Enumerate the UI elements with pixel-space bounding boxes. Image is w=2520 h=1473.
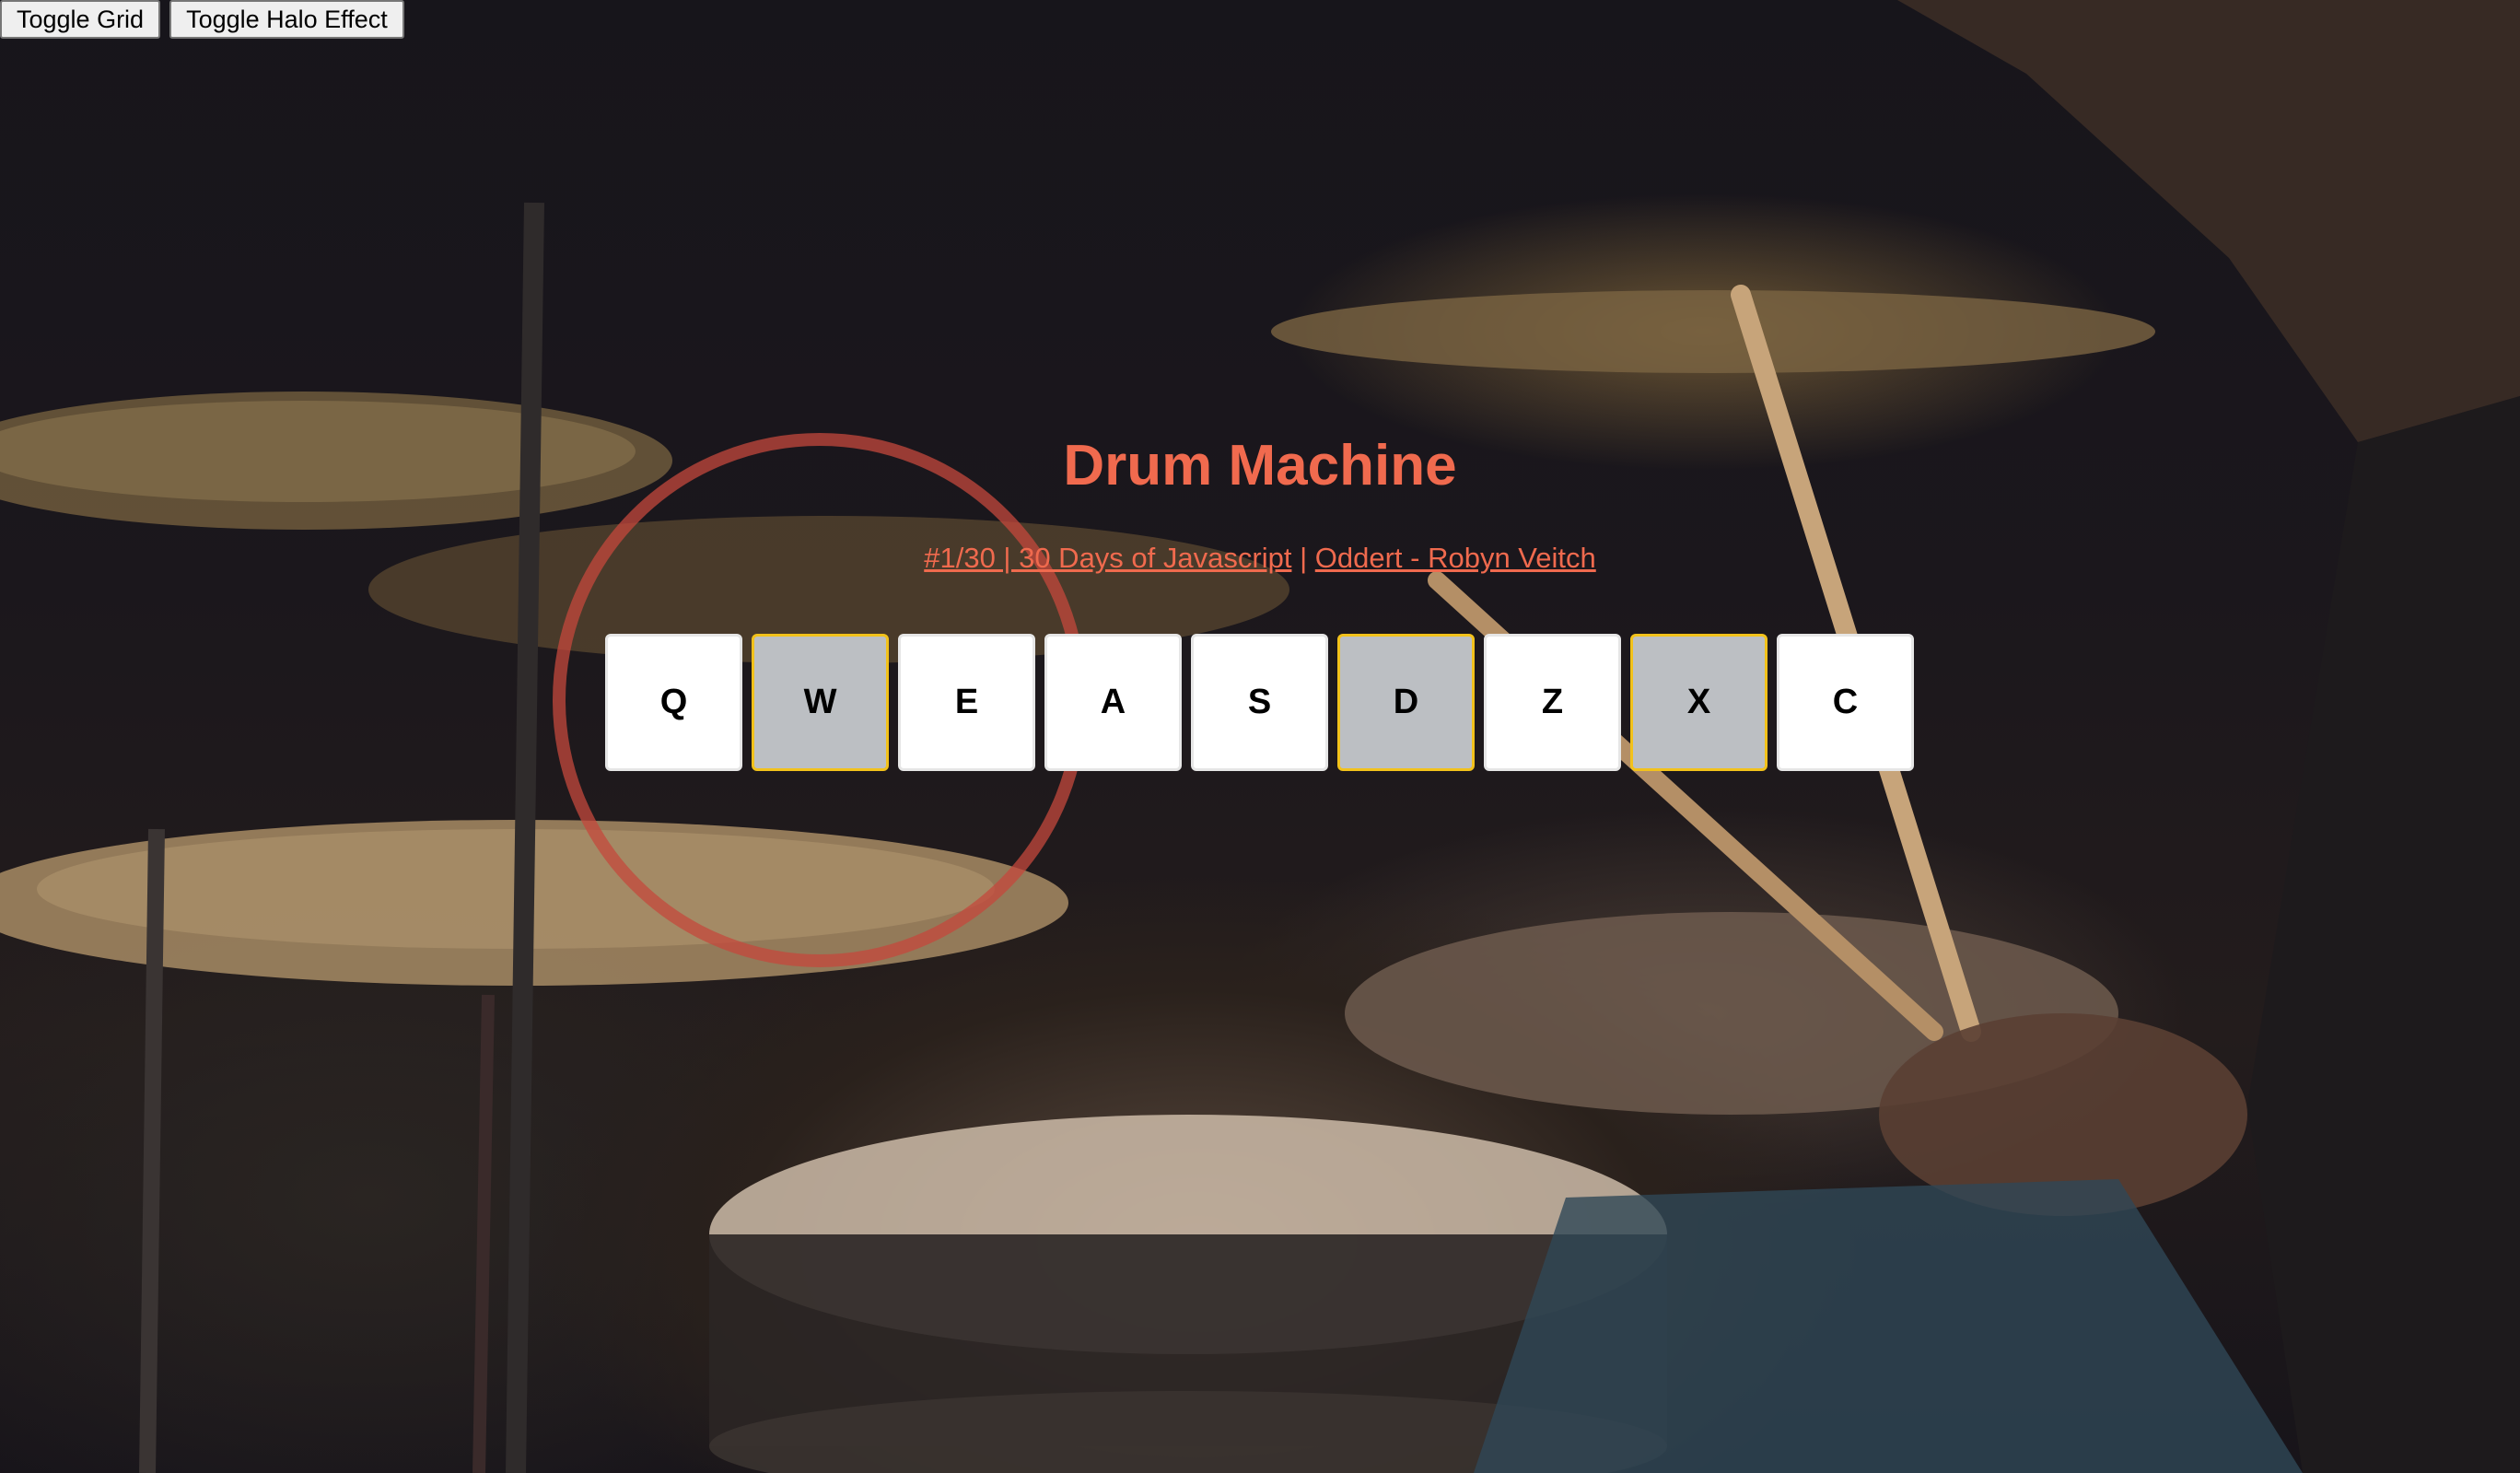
drum-key-a[interactable]: A bbox=[1044, 634, 1182, 771]
toggle-grid-button[interactable]: Toggle Grid bbox=[0, 0, 161, 39]
drum-key-e[interactable]: E bbox=[898, 634, 1035, 771]
author-link[interactable]: Oddert - Robyn Veitch bbox=[1315, 542, 1596, 574]
project-link[interactable]: #1/30 | 30 Days of Javascript bbox=[924, 542, 1291, 574]
drum-key-w[interactable]: W bbox=[752, 634, 889, 771]
credits-line: #1/30 | 30 Days of Javascript | Oddert -… bbox=[0, 542, 2520, 575]
drum-key-q[interactable]: Q bbox=[605, 634, 742, 771]
drum-key-x[interactable]: X bbox=[1630, 634, 1768, 771]
toggle-halo-button[interactable]: Toggle Halo Effect bbox=[169, 0, 404, 39]
drum-key-s[interactable]: S bbox=[1191, 634, 1328, 771]
drum-pad-row: Q W E A S D Z X C bbox=[605, 634, 1914, 771]
drum-key-c[interactable]: C bbox=[1777, 634, 1914, 771]
drum-key-d[interactable]: D bbox=[1337, 634, 1475, 771]
credits-separator: | bbox=[1300, 542, 1308, 574]
drum-key-z[interactable]: Z bbox=[1484, 634, 1621, 771]
toolbar: Toggle Grid Toggle Halo Effect bbox=[0, 0, 404, 39]
page-title: Drum Machine bbox=[1063, 434, 1457, 497]
